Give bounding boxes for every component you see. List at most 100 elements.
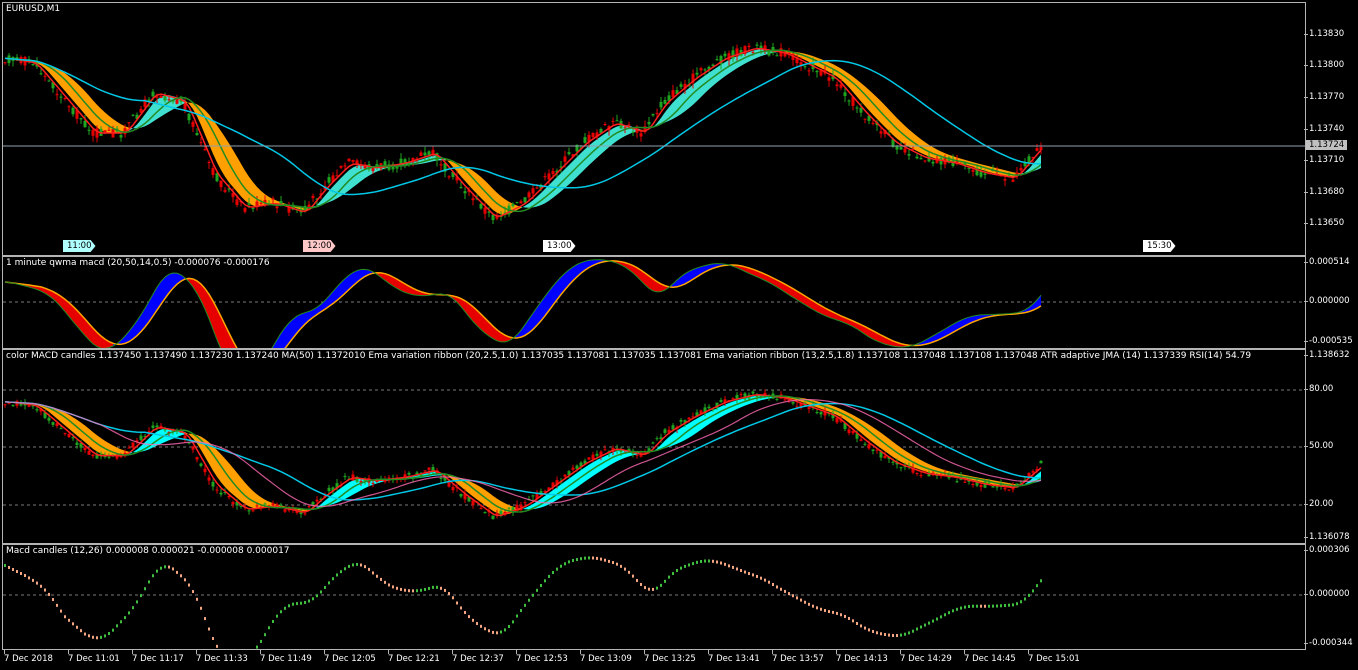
ribbon-segment bbox=[537, 193, 541, 207]
time-axis-label: 7 Dec 14:29 bbox=[900, 650, 952, 664]
price-axis-label: 1.13770 bbox=[1303, 92, 1345, 102]
macd-candle bbox=[464, 610, 466, 614]
macd-candle bbox=[376, 574, 378, 578]
candle-body bbox=[895, 146, 899, 150]
ribbon-segment bbox=[249, 176, 253, 206]
candle-body bbox=[1003, 179, 1007, 181]
candle-body bbox=[103, 130, 107, 133]
axis-label: 80.00 bbox=[1303, 384, 1334, 394]
candle-body bbox=[635, 454, 639, 456]
macd-candle bbox=[552, 571, 554, 575]
macd-candle bbox=[988, 604, 990, 608]
macd-candle bbox=[756, 574, 758, 578]
macd-candle bbox=[676, 569, 678, 573]
candle-body bbox=[251, 207, 255, 209]
macd-candle bbox=[92, 635, 94, 639]
candle-body bbox=[103, 456, 107, 458]
candle-body bbox=[235, 199, 239, 205]
macd-candle bbox=[368, 567, 370, 571]
candle-body bbox=[563, 156, 567, 162]
macd-candle bbox=[656, 586, 658, 590]
macd-candle bbox=[884, 633, 886, 637]
candle-body bbox=[815, 70, 819, 73]
candle-body bbox=[195, 457, 199, 460]
macd-candle bbox=[52, 598, 54, 602]
macd-candle bbox=[592, 556, 594, 560]
macd-candle bbox=[1008, 603, 1010, 607]
macd-candle bbox=[500, 630, 502, 634]
color-macd-candles-pane[interactable]: color MACD candles 1.137450 1.137490 1.1… bbox=[2, 349, 1306, 544]
candle-body bbox=[963, 481, 967, 483]
axis-label: 1.138632 bbox=[1304, 350, 1350, 360]
candle-body bbox=[527, 192, 531, 198]
ribbon-segment bbox=[201, 106, 205, 135]
candle-body bbox=[631, 131, 635, 133]
ribbon-segment bbox=[61, 70, 65, 91]
macd-candle bbox=[920, 625, 922, 629]
candle-body bbox=[923, 160, 927, 162]
candle-body bbox=[91, 129, 95, 136]
candle-body bbox=[671, 90, 675, 97]
macd-candle bbox=[396, 586, 398, 590]
macd-candle bbox=[480, 624, 482, 628]
ribbon-segment bbox=[65, 73, 69, 96]
candle-body bbox=[263, 503, 267, 505]
main-chart-pane[interactable]: EURUSD,M1 11:00 12:00 13:00 15:30 bbox=[2, 2, 1306, 256]
macd-candle bbox=[320, 590, 322, 594]
macd-candle bbox=[4, 564, 6, 567]
macd-candle bbox=[564, 562, 566, 566]
macd-candle bbox=[860, 624, 862, 628]
time-axis-label: 7 Dec 12:37 bbox=[452, 650, 504, 664]
candle-body bbox=[479, 507, 483, 510]
macd-candle bbox=[112, 628, 114, 632]
macd-candle bbox=[644, 586, 646, 590]
macd-candle bbox=[68, 618, 70, 622]
candle-body bbox=[347, 158, 351, 162]
macd-candle bbox=[720, 561, 722, 565]
candle-body bbox=[67, 106, 71, 108]
macd-candle bbox=[1024, 597, 1026, 601]
macd-candle bbox=[452, 596, 454, 600]
macd-candles-pane[interactable]: Macd candles (12,26) 0.000008 0.000021 -… bbox=[2, 544, 1306, 650]
axis-label: 0.000000 bbox=[1304, 296, 1350, 306]
candle-body bbox=[547, 173, 551, 180]
macd-candle bbox=[708, 559, 710, 563]
macd-candle bbox=[468, 615, 470, 619]
macd-candle bbox=[508, 625, 510, 629]
ribbon-segment bbox=[149, 103, 153, 125]
candle-body bbox=[491, 515, 495, 519]
macd-candle bbox=[516, 614, 518, 618]
macd-candle bbox=[352, 563, 354, 567]
macd-candle bbox=[360, 563, 362, 567]
macd-candle bbox=[904, 632, 906, 636]
candle-body bbox=[223, 190, 227, 192]
candle-body bbox=[987, 482, 991, 484]
macd-candle bbox=[824, 609, 826, 613]
macd-candle bbox=[24, 574, 26, 577]
ribbon-segment bbox=[241, 163, 245, 201]
candle-body bbox=[151, 91, 155, 97]
candle-body bbox=[199, 142, 203, 144]
macd-candle bbox=[188, 583, 190, 587]
macd-candle bbox=[476, 622, 478, 626]
macd-candle bbox=[840, 613, 842, 617]
candle-body bbox=[603, 449, 607, 451]
candle-body bbox=[459, 187, 463, 189]
time-axis-label: 7 Dec 15:01 bbox=[1028, 650, 1080, 664]
ribbon-segment bbox=[109, 443, 113, 456]
qwma-macd-pane[interactable]: 1 minute qwma macd (20,50,14,0.5) -0.000… bbox=[2, 256, 1306, 349]
macd-candle bbox=[740, 569, 742, 573]
candle-body bbox=[847, 429, 851, 434]
macd-candle bbox=[804, 600, 806, 604]
candle-body bbox=[407, 472, 411, 475]
candle-body bbox=[863, 443, 867, 445]
candle-body bbox=[595, 453, 599, 456]
candle-body bbox=[483, 512, 487, 514]
candle-body bbox=[463, 191, 467, 194]
session-label: 15:30 bbox=[1143, 240, 1176, 252]
ribbon-segment bbox=[337, 178, 341, 199]
macd-candle bbox=[892, 634, 894, 638]
macd-candle bbox=[744, 570, 746, 574]
candle-body bbox=[523, 197, 527, 203]
price-axis-label: 1.13800 bbox=[1303, 60, 1345, 70]
